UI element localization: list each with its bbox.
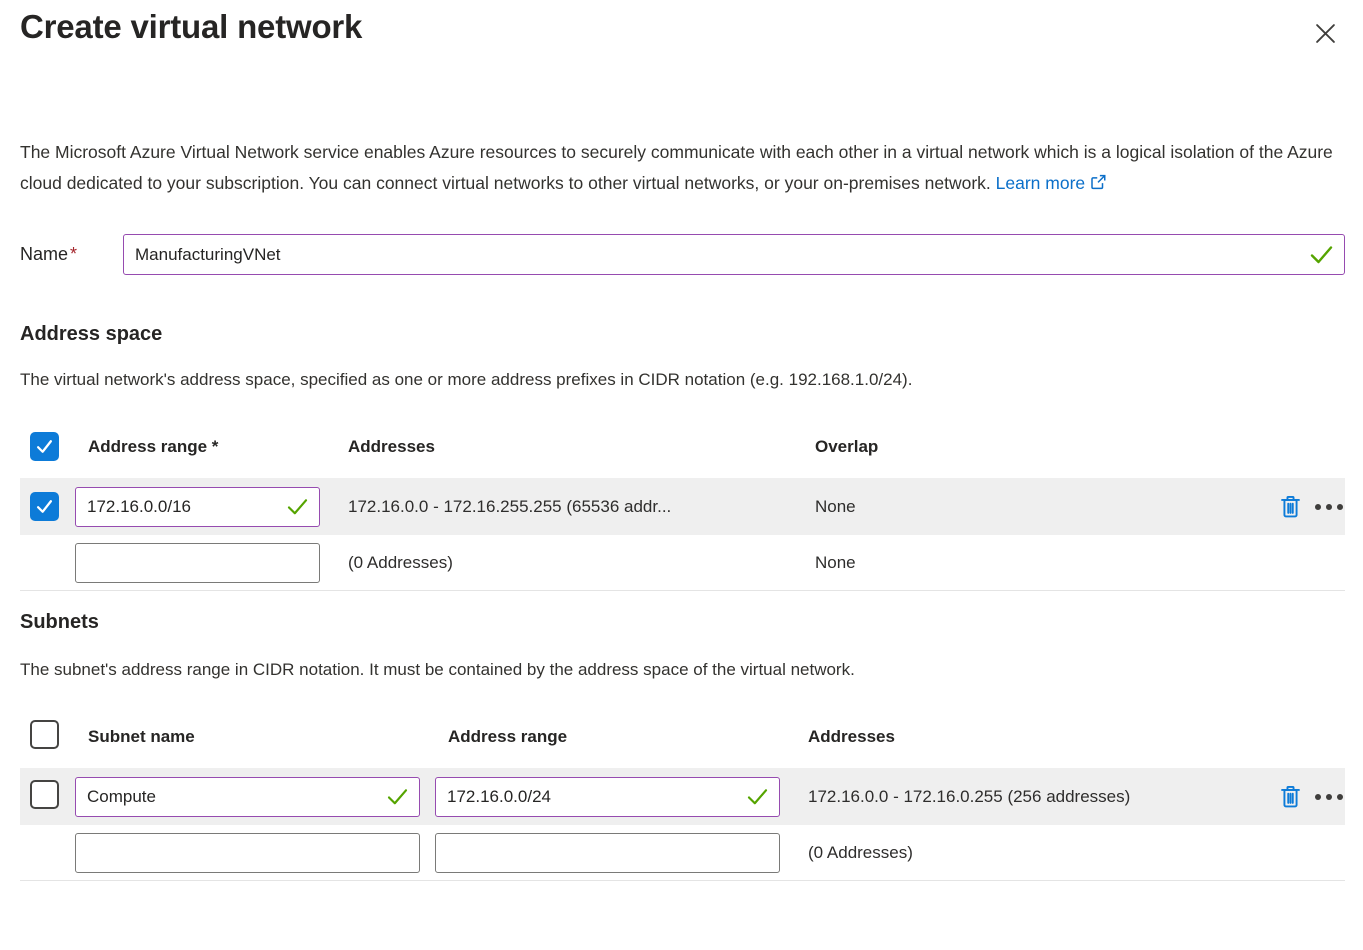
subnets-description: The subnet's address range in CIDR notat… <box>20 660 1345 680</box>
name-field-row: Name* <box>20 234 1345 275</box>
address-range-overlap-value: None <box>815 497 1253 517</box>
trash-icon <box>1277 493 1304 520</box>
column-header-subnet-name: Subnet name <box>75 727 435 747</box>
subnets-table-header: Subnet name Address range Addresses <box>20 706 1345 768</box>
intro-paragraph: The Microsoft Azure Virtual Network serv… <box>20 137 1345 198</box>
valid-check-icon <box>287 498 308 515</box>
address-space-table: Address range * Addresses Overlap 172.16… <box>20 416 1345 591</box>
address-range-addresses-value: 172.16.0.0 - 172.16.255.255 (65536 addr.… <box>348 497 815 517</box>
close-icon[interactable] <box>1306 14 1345 53</box>
name-input[interactable] <box>124 235 1344 274</box>
new-subnet-address-range-input[interactable] <box>436 834 779 872</box>
address-space-description: The virtual network's address space, spe… <box>20 370 1345 390</box>
learn-more-link[interactable]: Learn more <box>996 173 1108 193</box>
address-range-empty-row: (0 Addresses) None <box>20 535 1345 590</box>
name-input-wrap <box>123 234 1345 275</box>
valid-check-icon <box>387 788 408 805</box>
subnet-row-checkbox[interactable] <box>30 780 59 809</box>
new-address-range-input[interactable] <box>76 544 319 582</box>
subnet-row: 172.16.0.0 - 172.16.0.255 (256 addresses… <box>20 768 1345 825</box>
address-space-table-header: Address range * Addresses Overlap <box>20 416 1345 478</box>
subnet-name-input[interactable] <box>76 778 419 816</box>
column-header-addresses: Addresses <box>348 437 815 457</box>
valid-check-icon <box>747 788 768 805</box>
column-header-overlap: Overlap <box>815 437 1253 457</box>
address-range-input[interactable] <box>76 488 319 526</box>
divider <box>20 880 1345 881</box>
subnet-empty-row: (0 Addresses) <box>20 825 1345 880</box>
select-all-subnets-checkbox[interactable] <box>30 720 59 749</box>
address-range-row: 172.16.0.0 - 172.16.255.255 (65536 addr.… <box>20 478 1345 535</box>
ellipsis-icon <box>1315 794 1321 800</box>
intro-text: The Microsoft Azure Virtual Network serv… <box>20 142 1333 193</box>
address-range-more-options-button[interactable] <box>1315 500 1343 514</box>
new-address-range-addresses-value: (0 Addresses) <box>348 553 815 573</box>
subnet-address-range-input[interactable] <box>436 778 779 816</box>
subnets-heading: Subnets <box>20 611 1345 634</box>
checkmark-icon <box>34 436 55 457</box>
name-label: Name* <box>20 244 123 265</box>
column-header-address-range: Address range * <box>75 437 348 457</box>
address-space-heading: Address space <box>20 323 1345 346</box>
address-range-row-checkbox[interactable] <box>30 492 59 521</box>
external-link-icon <box>1089 173 1107 191</box>
column-header-subnet-addresses: Addresses <box>808 727 1253 747</box>
new-subnet-addresses-value: (0 Addresses) <box>808 843 1253 863</box>
new-subnet-name-input[interactable] <box>76 834 419 872</box>
subnet-more-options-button[interactable] <box>1315 790 1343 804</box>
page-title: Create virtual network <box>20 8 362 46</box>
delete-address-range-button[interactable] <box>1277 493 1304 520</box>
delete-subnet-button[interactable] <box>1277 783 1304 810</box>
select-all-address-ranges-checkbox[interactable] <box>30 432 59 461</box>
trash-icon <box>1277 783 1304 810</box>
titlebar: Create virtual network <box>20 0 1345 53</box>
divider <box>20 590 1345 591</box>
ellipsis-icon <box>1315 504 1321 510</box>
required-asterisk: * <box>70 244 77 264</box>
checkmark-icon <box>34 496 55 517</box>
valid-check-icon <box>1310 245 1333 264</box>
new-address-range-overlap-value: None <box>815 553 1253 573</box>
subnet-addresses-value: 172.16.0.0 - 172.16.0.255 (256 addresses… <box>808 787 1253 807</box>
create-virtual-network-panel: Create virtual network The Microsoft Azu… <box>0 0 1363 881</box>
column-header-subnet-address-range: Address range <box>435 727 808 747</box>
subnets-table: Subnet name Address range Addresses <box>20 706 1345 881</box>
